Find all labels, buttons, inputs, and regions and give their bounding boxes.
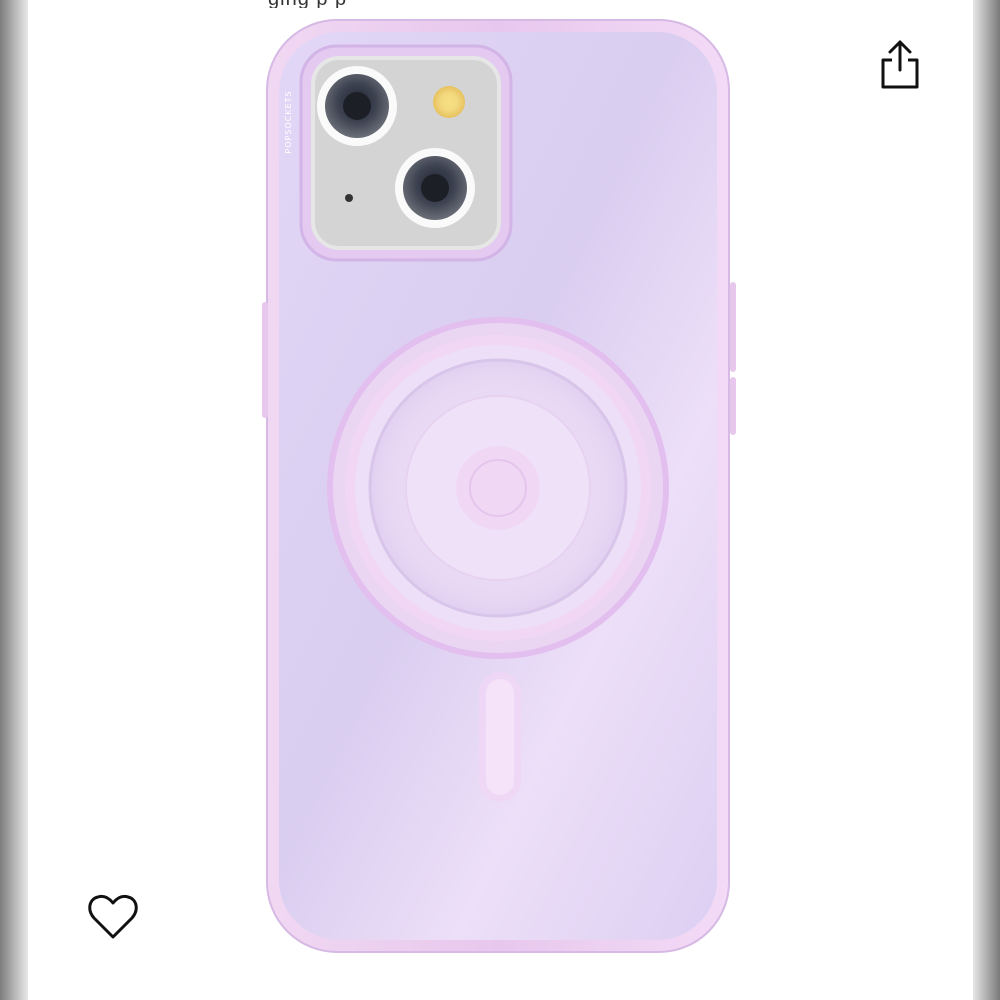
right-shadow-edge: [973, 0, 1000, 1000]
share-icon: [881, 40, 919, 89]
product-image[interactable]: POPSOCKETS: [255, 12, 745, 962]
svg-text:POPSOCKETS: POPSOCKETS: [284, 90, 293, 153]
share-button[interactable]: [873, 36, 927, 94]
favorite-button[interactable]: [84, 890, 142, 944]
screen: ging p p: [0, 0, 1000, 1000]
left-shadow-edge: [0, 0, 28, 1000]
product-title-cropped: ging p p: [268, 0, 728, 8]
heart-outline-icon: [88, 894, 138, 939]
